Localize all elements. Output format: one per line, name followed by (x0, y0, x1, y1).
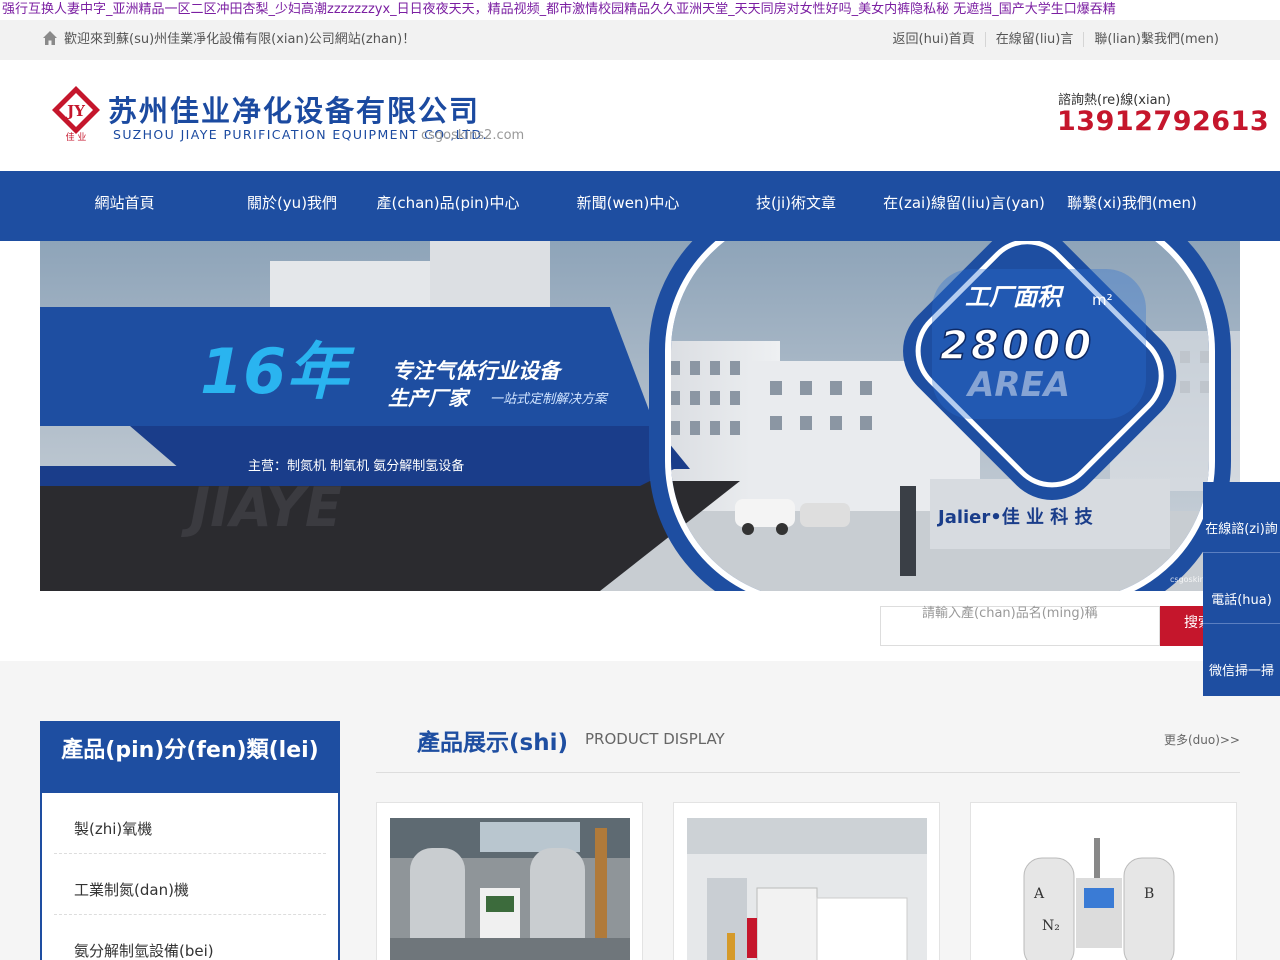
float-phone[interactable]: 電話(hua) (1203, 553, 1280, 624)
site-header: JY 佳 业 苏州佳业净化设备有限公司 SUZHOU JIAYE PURIFIC… (0, 60, 1280, 171)
svg-text:B: B (1144, 886, 1154, 902)
product-image[interactable] (687, 818, 927, 960)
svg-text:JY: JY (65, 102, 85, 120)
nav-item-home[interactable]: 網站首頁 (42, 171, 207, 241)
hotline-number: 13912792613 (1057, 106, 1270, 137)
category-item-nitrogen[interactable]: 工業制氮(dan)機 (54, 854, 326, 915)
sidebar-title: 產品(pin)分(fen)類(lei) (61, 738, 319, 763)
product-card[interactable] (673, 802, 940, 960)
factory-area-value: 28000 (940, 323, 1094, 369)
float-wechat-scan[interactable]: 微信掃一掃 (1203, 624, 1280, 695)
contact-us-link[interactable]: 聯(lian)繫我們(men) (1083, 32, 1229, 47)
svg-text:N₂: N₂ (1042, 918, 1060, 934)
welcome-text: 歡迎來到蘇(su)州佳業凈化設備有限(xian)公司網站(zhan)！ (64, 32, 416, 47)
banner-graphic: JIAYE 16年 专注气体行业设备 生产厂家 一站式定制解决方案 主营：制氮机… (40, 241, 1240, 591)
search-input[interactable]: 請輸入產(chan)品名(ming)稱 (880, 606, 1160, 646)
svg-text:佳 业: 佳 业 (66, 131, 87, 142)
banner-slogan-2: 生产厂家 (388, 386, 471, 410)
factory-area-word: AREA (965, 365, 1070, 405)
hero-banner[interactable]: JIAYE 16年 专注气体行业设备 生产厂家 一站式定制解决方案 主营：制氮机… (40, 241, 1240, 591)
company-name-cn[interactable]: 苏州佳业净化设备有限公司 (108, 88, 480, 130)
products-section-header: 產品展示(shi) PRODUCT DISPLAY 更多(duo)>> (376, 721, 1240, 773)
product-card[interactable] (376, 802, 643, 960)
product-image[interactable] (390, 818, 630, 960)
back-home-link[interactable]: 返回(hui)首頁 (883, 32, 985, 47)
banner-slogan-1: 专注气体行业设备 (392, 359, 563, 383)
products-title-cn: 產品展示(shi) (417, 730, 568, 756)
nav-item-contact[interactable]: 聯繫(xi)我們(men) (1047, 171, 1217, 241)
float-online-consult[interactable]: 在線諮(zi)詢 (1203, 482, 1280, 553)
category-item-ammonia[interactable]: 氨分解制氫設備(bei) (54, 915, 326, 960)
factory-area-label: 工厂面积 (965, 283, 1065, 311)
banner-corner-watermark: csgoskin (1170, 575, 1205, 584)
product-image[interactable]: A B N₂ (984, 818, 1224, 960)
category-item-oxygen[interactable]: 製(zhi)氧機 (54, 793, 326, 854)
nav-item-products[interactable]: 產(chan)品(pin)中心 (363, 171, 533, 241)
nav-item-articles[interactable]: 技(ji)術文章 (711, 171, 881, 241)
nav-item-message[interactable]: 在(zai)線留(liu)言(yan) (879, 171, 1049, 241)
product-category-sidebar: 產品(pin)分(fen)類(lei) 製(zhi)氧機 工業制氮(dan)機 … (40, 721, 340, 960)
floating-contact-panel: 在線諮(zi)詢 電話(hua) 微信掃一掃 (1203, 482, 1280, 696)
top-quick-links: 返回(hui)首頁 在線留(liu)言 聯(lian)繫我們(men) (883, 20, 1229, 60)
top-links-text[interactable]: 强行互换人妻中字_亚洲精品一区二区冲田杏梨_少妇高潮zzzzzzzyx_日日夜夜… (0, 0, 1280, 20)
svg-text:A: A (1033, 886, 1045, 902)
topbar: 歡迎來到蘇(su)州佳業凈化設備有限(xian)公司網站(zhan)！ 返回(h… (0, 20, 1280, 60)
nav-item-about[interactable]: 關於(yu)我們 (207, 171, 377, 241)
online-message-link[interactable]: 在線留(liu)言 (984, 32, 1084, 47)
factory-area-unit: m² (1092, 291, 1113, 309)
banner-years: 16年 (200, 335, 355, 408)
home-icon (43, 31, 57, 45)
products-title-en: PRODUCT DISPLAY (585, 730, 725, 748)
banner-slogan-3: 一站式定制解决方案 (490, 391, 609, 407)
banner-bg-text: JIAYE (181, 476, 342, 539)
banner-main-products: 主营：制氮机 制氧机 氨分解制氢设备 (248, 458, 464, 474)
more-products-link[interactable]: 更多(duo)>> (1164, 731, 1240, 748)
company-logo-icon[interactable]: JY 佳 业 (50, 84, 102, 142)
nav-item-news[interactable]: 新聞(wen)中心 (543, 171, 713, 241)
category-list: 製(zhi)氧機 工業制氮(dan)機 氨分解制氫設備(bei) (42, 793, 338, 960)
welcome-message: 歡迎來到蘇(su)州佳業凈化設備有限(xian)公司網站(zhan)！ (42, 20, 415, 60)
product-card[interactable]: A B N₂ (970, 802, 1237, 960)
watermark-text: csgoskins2.com (421, 128, 525, 143)
search-placeholder: 請輸入產(chan)品名(ming)稱 (922, 606, 1098, 621)
main-nav: 網站首頁 關於(yu)我們 產(chan)品(pin)中心 新聞(wen)中心 … (0, 171, 1280, 241)
banner-sign-text: Jalier•佳 业 科 技 (936, 506, 1094, 528)
